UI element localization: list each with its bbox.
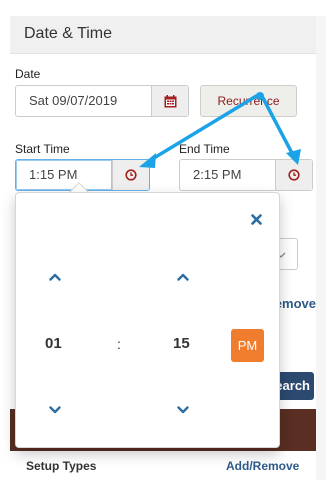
calendar-button[interactable] <box>151 86 188 116</box>
clock-icon <box>125 169 137 181</box>
minute-value[interactable]: 15 <box>173 335 190 352</box>
hour-value[interactable]: 01 <box>45 335 62 352</box>
start-time-clock-button[interactable] <box>112 160 149 190</box>
time-picker-popup: 01 : 15 PM <box>15 192 280 448</box>
recurrence-button[interactable]: Recurrence <box>200 85 297 117</box>
right-panel-edge <box>316 16 326 480</box>
end-time-label: End Time <box>179 142 230 156</box>
setup-types-add-remove-link[interactable]: Add/Remove <box>226 459 299 473</box>
end-time-input[interactable]: 2:15 PM <box>180 160 275 190</box>
date-field[interactable]: Sat 09/07/2019 <box>15 85 189 117</box>
time-separator: : <box>117 336 121 352</box>
end-time-clock-button[interactable] <box>275 160 312 190</box>
hour-decrement-chevron-down-icon[interactable] <box>49 406 61 414</box>
add-remove-link[interactable]: Add/Remove <box>280 296 316 311</box>
hour-increment-chevron-up-icon[interactable] <box>49 273 61 281</box>
date-input[interactable]: Sat 09/07/2019 <box>16 86 151 116</box>
start-time-input[interactable]: 1:15 PM <box>16 160 112 190</box>
minute-increment-chevron-up-icon[interactable] <box>177 273 189 281</box>
meridian-toggle-button[interactable]: PM <box>231 329 264 362</box>
minute-decrement-chevron-down-icon[interactable] <box>177 406 189 414</box>
section-header: Date & Time <box>10 16 316 54</box>
calendar-icon <box>164 94 176 107</box>
date-label: Date <box>15 67 41 81</box>
start-time-label: Start Time <box>15 142 70 156</box>
close-icon[interactable] <box>251 214 262 225</box>
clock-icon <box>288 169 300 181</box>
setup-types-label: Setup Types <box>26 459 97 473</box>
section-title: Date & Time <box>24 25 113 42</box>
end-time-field[interactable]: 2:15 PM <box>179 159 313 191</box>
